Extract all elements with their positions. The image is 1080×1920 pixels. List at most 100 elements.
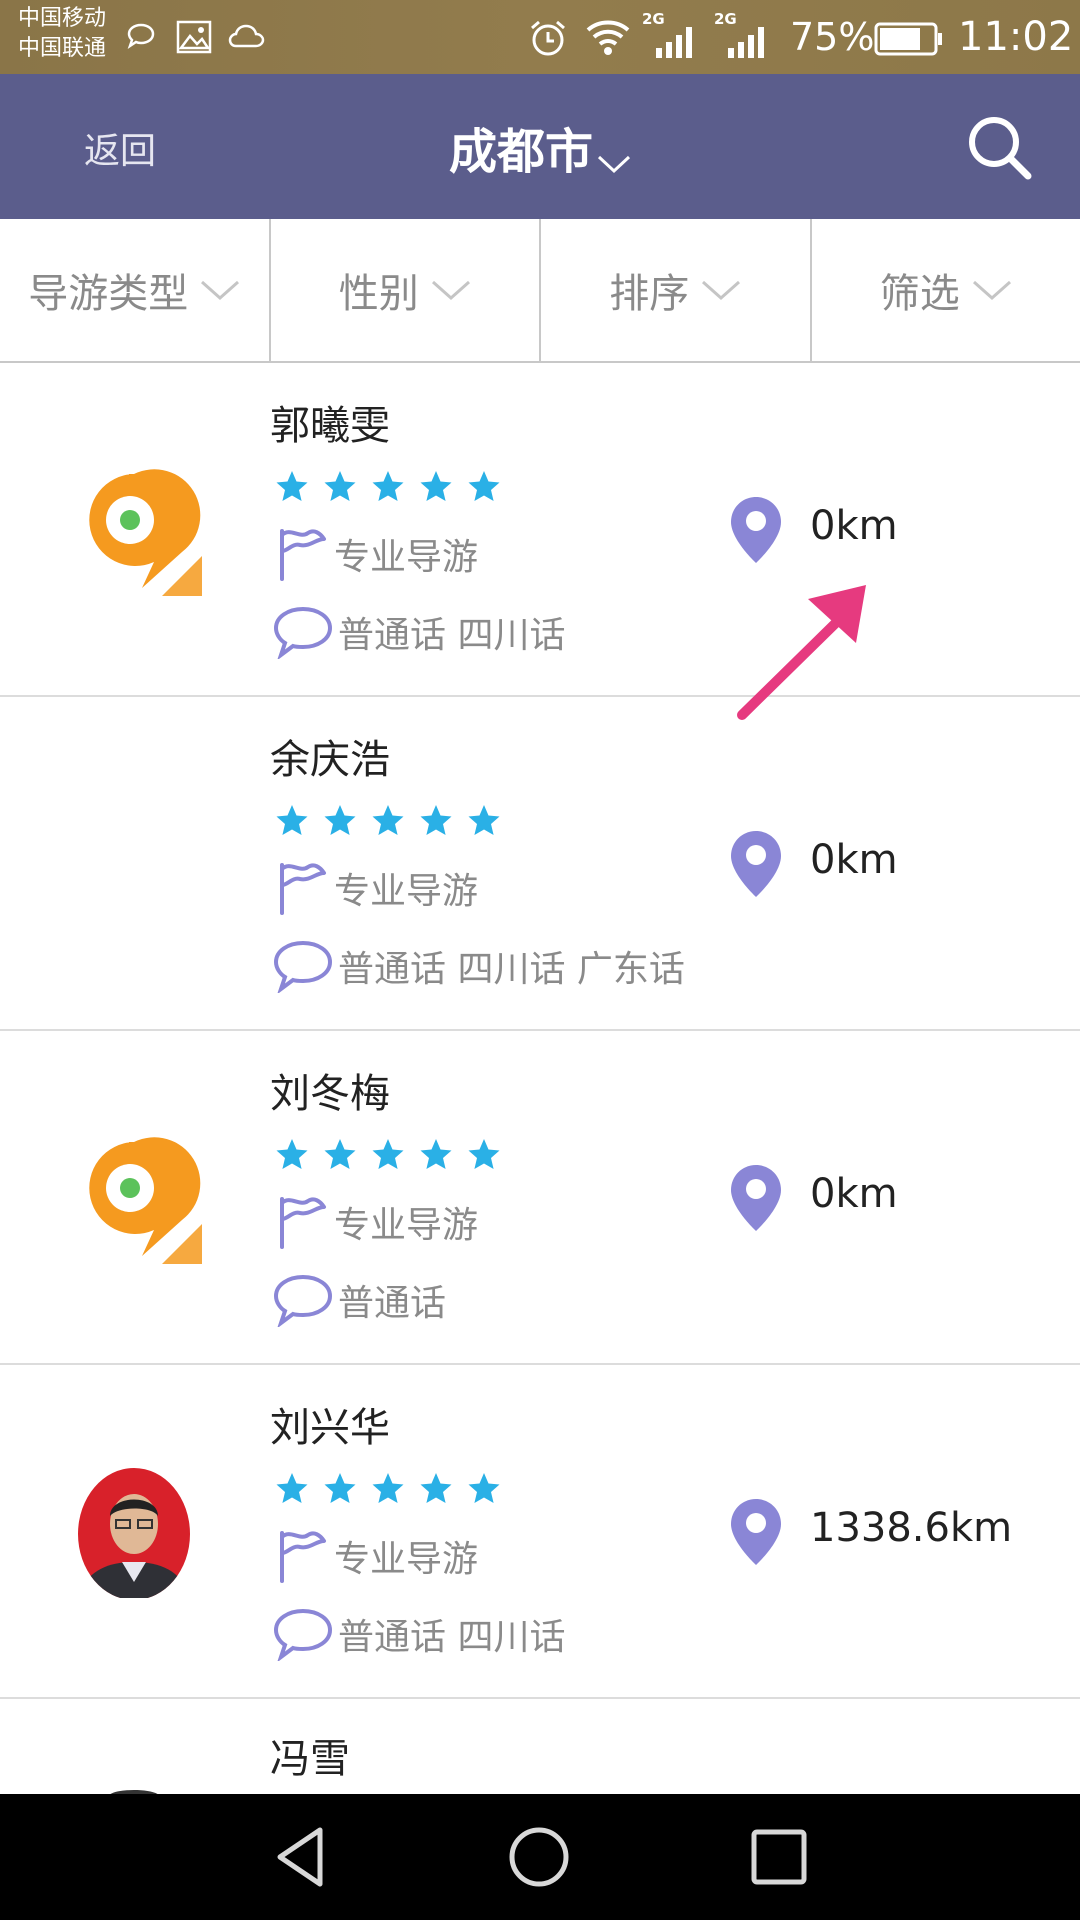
avatar: [78, 1468, 190, 1598]
search-icon[interactable]: [966, 114, 1032, 180]
guide-name: 刘冬梅: [270, 1071, 390, 1117]
system-nav-bar: [0, 1794, 1080, 1920]
location-pin-icon: [731, 497, 781, 563]
star-icon: [324, 471, 356, 501]
guide-type: 专业导游: [272, 525, 478, 583]
location-pin-icon: [731, 1165, 781, 1231]
signal-icon: [728, 27, 764, 58]
distance-label: 1338.6km: [810, 1505, 1013, 1551]
guide-languages-label: 普通话: [338, 1283, 447, 1324]
star-icon: [468, 805, 500, 835]
chevron-down-icon: [702, 280, 741, 301]
clock: 11:02: [958, 14, 1074, 60]
list-item[interactable]: 郭曦雯专业导游普通话 四川话 0km: [0, 363, 1080, 697]
chevron-down-icon: [201, 280, 240, 301]
city-selector[interactable]: 成都市: [0, 112, 1080, 182]
battery-percent: 75%: [790, 15, 875, 59]
rating-stars: [274, 1137, 514, 1173]
distance-label: 0km: [810, 837, 898, 883]
weather-icon: [228, 24, 265, 48]
guide-languages-label: 普通话 四川话: [338, 1617, 566, 1658]
filter-label: 性别: [338, 271, 419, 317]
speech-bubble-icon: [273, 1274, 333, 1327]
star-icon: [276, 805, 308, 835]
star-icon: [420, 805, 452, 835]
filter-label: 导游类型: [28, 271, 189, 317]
flag-icon: [280, 863, 326, 915]
chevron-down-icon: [431, 280, 470, 301]
guide-languages: 普通话 四川话: [272, 1607, 565, 1661]
app-logo-avatar: [66, 1128, 202, 1264]
filter-sort[interactable]: 排序: [541, 219, 812, 361]
guide-languages: 普通话 四川话: [272, 605, 565, 659]
distance-label: 0km: [810, 503, 898, 549]
recents-square-icon[interactable]: [746, 1824, 812, 1890]
chevron-down-icon: [972, 280, 1011, 301]
chat-icon: [127, 23, 155, 50]
avatar: [110, 1790, 158, 1794]
guide-type-label: 专业导游: [334, 1205, 479, 1246]
star-icon: [276, 1139, 308, 1169]
rating-stars: [274, 803, 514, 839]
location-pin-icon: [731, 1499, 781, 1565]
star-icon: [372, 805, 404, 835]
star-icon: [324, 805, 356, 835]
guide-name: 郭曦雯: [270, 403, 390, 449]
star-icon: [372, 1139, 404, 1169]
guide-name: 冯雪: [270, 1736, 350, 1782]
star-icon: [420, 1473, 452, 1503]
list-item[interactable]: 刘冬梅专业导游普通话 0km: [0, 1031, 1080, 1365]
status-bar: 中国移动 中国联通 2G 2G 75% 11:02: [0, 0, 1080, 74]
star-icon: [468, 1139, 500, 1169]
filter-screen[interactable]: 筛选: [812, 219, 1080, 361]
flag-icon: [280, 1197, 326, 1249]
list-item[interactable]: 余庆浩专业导游普通话 四川话 广东话 0km: [0, 697, 1080, 1031]
annotation-arrow-icon: [737, 585, 866, 720]
list-item[interactable]: 冯雪: [0, 1698, 1080, 1794]
guide-languages: 普通话 四川话 广东话: [272, 939, 685, 993]
distance-label: 0km: [810, 1171, 898, 1217]
star-icon: [324, 1473, 356, 1503]
wifi-icon: [586, 20, 630, 55]
rating-stars: [274, 469, 514, 505]
star-icon: [324, 1139, 356, 1169]
list-item[interactable]: 刘兴华 专业导游 普通话 四川话 1338.6km: [0, 1365, 1080, 1699]
guide-type-label: 专业导游: [334, 871, 479, 912]
filter-gender[interactable]: 性别: [271, 219, 541, 361]
battery-icon: [874, 22, 942, 56]
alarm-icon: [531, 20, 565, 56]
app-logo-avatar: [66, 460, 202, 596]
home-circle-icon[interactable]: [506, 1824, 572, 1890]
location-pin-icon: [731, 831, 781, 897]
speech-bubble-icon: [273, 606, 333, 659]
star-icon: [420, 471, 452, 501]
star-icon: [276, 471, 308, 501]
guide-languages-label: 普通话 四川话 广东话: [338, 949, 685, 990]
guide-name: 余庆浩: [270, 737, 390, 783]
carrier-1: 中国移动: [18, 6, 107, 31]
guide-type: 专业导游: [272, 1193, 478, 1251]
guide-type-label: 专业导游: [334, 1539, 479, 1580]
filter-bar: 导游类型 性别 排序 筛选: [0, 219, 1080, 363]
signal-icon: [656, 27, 692, 58]
star-icon: [420, 1139, 452, 1169]
image-icon: [176, 20, 212, 54]
back-triangle-icon[interactable]: [268, 1824, 334, 1890]
chevron-down-icon: [597, 155, 631, 173]
speech-bubble-icon: [273, 1608, 333, 1661]
flag-icon: [280, 1531, 326, 1583]
carrier-2: 中国联通: [18, 36, 107, 61]
guide-type: 专业导游: [272, 859, 478, 917]
rating-stars: [274, 1471, 514, 1507]
star-icon: [372, 471, 404, 501]
guide-type-label: 专业导游: [334, 537, 479, 578]
speech-bubble-icon: [273, 940, 333, 993]
star-icon: [276, 1473, 308, 1503]
guide-languages-label: 普通话 四川话: [338, 615, 566, 656]
filter-label: 排序: [609, 271, 690, 317]
star-icon: [468, 471, 500, 501]
star-icon: [372, 1473, 404, 1503]
city-title: 成都市: [448, 124, 593, 180]
filter-guide-type[interactable]: 导游类型: [0, 219, 271, 361]
star-icon: [468, 1473, 500, 1503]
